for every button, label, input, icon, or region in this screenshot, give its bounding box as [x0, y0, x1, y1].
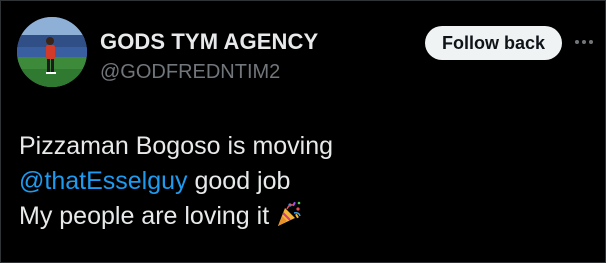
tweet-line: @thatEsselguy good job — [19, 164, 333, 199]
party-popper-icon — [275, 200, 303, 228]
tweet-line-text: good job — [187, 167, 291, 195]
user-handle[interactable]: @GODFREDNTIM2 — [100, 61, 280, 84]
display-name[interactable]: GODS TYM AGENCY — [100, 29, 318, 55]
avatar[interactable] — [17, 17, 87, 87]
tweet-line: My people are loving it — [19, 199, 333, 234]
tweet-text: Pizzaman Bogoso is moving @thatEsselguy … — [19, 129, 333, 234]
tweet-line: Pizzaman Bogoso is moving — [19, 129, 333, 164]
ellipsis-icon — [575, 40, 593, 44]
more-options-button[interactable] — [571, 31, 597, 53]
follow-back-button[interactable]: Follow back — [425, 26, 562, 60]
tweet-line-text: Pizzaman Bogoso is moving — [19, 132, 334, 160]
mention-link[interactable]: @thatEsselguy — [19, 167, 188, 195]
avatar-photo — [17, 17, 87, 87]
tweet-line-text: My people are loving it — [19, 202, 270, 230]
tweet-card: GODS TYM AGENCY @GODFREDNTIM2 Follow bac… — [0, 0, 606, 263]
